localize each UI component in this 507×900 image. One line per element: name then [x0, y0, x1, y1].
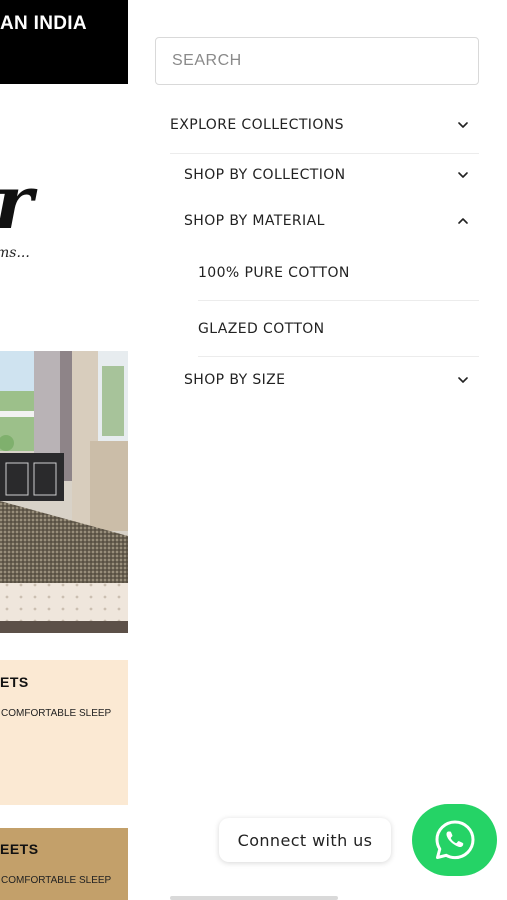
nav-explore-collections-label: EXPLORE COLLECTIONS [170, 117, 344, 133]
whatsapp-icon [435, 820, 474, 860]
promo-card-2-subtitle: COMFORTABLE SLEEP [1, 875, 112, 886]
nav-item-glazed-cotton[interactable]: GLAZED COTTON [198, 315, 478, 343]
logo-tagline: ms... [0, 245, 30, 261]
connect-with-us-label: Connect with us [237, 830, 373, 850]
promo-card-1[interactable]: ETS COMFORTABLE SLEEP [0, 660, 128, 805]
announcement-text: AN INDIA [0, 13, 87, 34]
nav-item-glazed-cotton-label: GLAZED COTTON [198, 321, 325, 337]
announcement-bar: AN INDIA [0, 0, 128, 84]
bedroom-photo [0, 351, 128, 633]
connect-with-us-button[interactable]: Connect with us [219, 818, 391, 862]
nav-shop-by-material-label: SHOP BY MATERIAL [184, 213, 325, 229]
promo-card-1-title: ETS [0, 674, 29, 690]
nav-explore-collections[interactable]: EXPLORE COLLECTIONS [170, 111, 470, 139]
nav-item-pure-cotton-label: 100% PURE COTTON [198, 265, 350, 281]
background-page: AN INDIA r ms... [0, 0, 128, 900]
search-box [155, 37, 479, 85]
chevron-down-icon [458, 172, 468, 178]
search-input[interactable] [156, 38, 478, 84]
promo-card-2-title: EETS [0, 841, 39, 857]
nav-shop-by-collection-label: SHOP BY COLLECTION [184, 167, 346, 183]
chevron-up-icon [458, 218, 468, 224]
divider [170, 153, 479, 154]
whatsapp-button[interactable] [412, 804, 497, 876]
nav-item-pure-cotton[interactable]: 100% PURE COTTON [198, 259, 478, 287]
chevron-down-icon [458, 377, 468, 383]
home-indicator [170, 896, 338, 900]
site-logo[interactable]: r ms... [0, 160, 128, 270]
nav-shop-by-material[interactable]: SHOP BY MATERIAL [184, 207, 470, 235]
nav-shop-by-collection[interactable]: SHOP BY COLLECTION [184, 161, 470, 189]
chevron-down-icon [458, 122, 468, 128]
nav-shop-by-size-label: SHOP BY SIZE [184, 372, 286, 388]
divider [198, 356, 479, 357]
promo-card-1-subtitle: COMFORTABLE SLEEP [1, 708, 112, 719]
promo-card-2[interactable]: EETS COMFORTABLE SLEEP [0, 828, 128, 900]
nav-shop-by-size[interactable]: SHOP BY SIZE [184, 366, 470, 394]
navigation-drawer: EXPLORE COLLECTIONS SHOP BY COLLECTION S… [128, 0, 507, 900]
logo-mark: r ms... [0, 160, 38, 261]
divider [198, 300, 479, 301]
logo-script-letter: r [0, 160, 38, 246]
hero-banner-image[interactable] [0, 351, 128, 633]
